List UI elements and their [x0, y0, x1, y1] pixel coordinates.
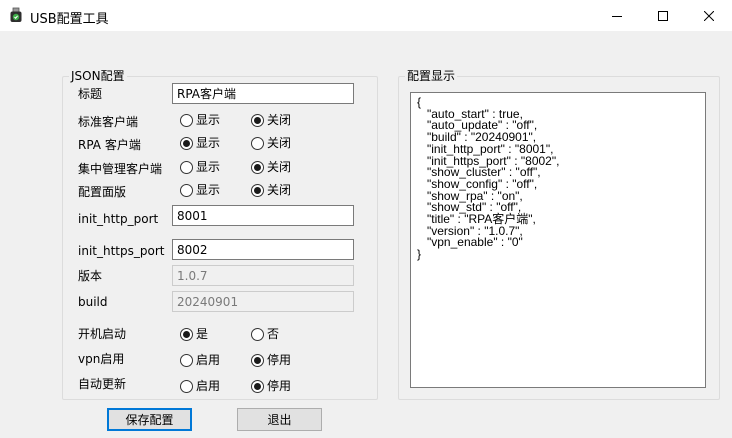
json-preview-textarea[interactable]: { "auto_start" : true, "auto_update" : "…	[410, 92, 706, 388]
save-config-button[interactable]: 保存配置	[107, 408, 192, 431]
radio-circle	[251, 160, 264, 174]
window-title: USB配置工具	[30, 12, 109, 27]
radio-circle	[251, 353, 264, 367]
cluster-client-close-radio[interactable]: 关闭	[251, 159, 291, 175]
auto-update-label: 自动更新	[78, 377, 127, 391]
config-panel-show-radio[interactable]: 显示	[180, 182, 220, 198]
auto-update-enable-radio[interactable]: 启用	[180, 378, 220, 394]
radio-circle	[180, 327, 193, 341]
auto-start-label: 开机启动	[78, 327, 127, 341]
radio-circle	[180, 113, 193, 127]
exit-button[interactable]: 退出	[237, 408, 322, 431]
radio-circle	[251, 183, 264, 197]
radio-label: 否	[267, 327, 280, 341]
radio-circle	[251, 379, 264, 393]
radio-label: 关闭	[267, 113, 292, 127]
title-bar[interactable]: USB配置工具	[0, 0, 732, 31]
radio-circle	[251, 113, 264, 127]
maximize-icon	[658, 10, 668, 21]
minimize-button[interactable]	[594, 0, 640, 31]
radio-label: 启用	[196, 379, 221, 393]
radio-circle	[180, 160, 193, 174]
radio-label: 停用	[267, 353, 292, 367]
close-icon	[704, 10, 714, 21]
vpn-enable-radio[interactable]: 启用	[180, 352, 220, 368]
build-label: build	[78, 295, 108, 309]
config-panel-close-radio[interactable]: 关闭	[251, 182, 291, 198]
cluster-client-label: 集中管理客户端	[78, 162, 163, 176]
config-preview-legend: 配置显示	[405, 69, 458, 83]
radio-circle	[180, 353, 193, 367]
radio-label: 启用	[196, 353, 221, 367]
https-port-input[interactable]	[172, 239, 354, 260]
version-input	[172, 265, 354, 286]
http-port-input[interactable]	[172, 205, 354, 226]
rpa-client-label: RPA 客户端	[78, 138, 141, 152]
radio-label: 是	[196, 327, 209, 341]
json-preview-text: { "auto_start" : true, "auto_update" : "…	[417, 95, 560, 262]
radio-label: 关闭	[267, 160, 292, 174]
rpa-client-show-radio[interactable]: 显示	[180, 135, 220, 151]
build-input	[172, 291, 354, 312]
usb-drive-icon	[10, 7, 22, 22]
close-button[interactable]	[686, 0, 732, 31]
cluster-client-show-radio[interactable]: 显示	[180, 159, 220, 175]
title-label: 标题	[78, 87, 103, 101]
radio-circle	[251, 136, 264, 150]
vpn-disable-radio[interactable]: 停用	[251, 352, 291, 368]
minimize-icon	[612, 15, 622, 17]
radio-label: 显示	[196, 113, 221, 127]
http-port-label: init_http_port	[78, 212, 159, 226]
vpn-label: vpn启用	[78, 352, 125, 366]
radio-circle	[180, 183, 193, 197]
title-input[interactable]	[172, 83, 354, 104]
radio-label: 关闭	[267, 136, 292, 150]
config-panel-label: 配置面版	[78, 185, 127, 199]
std-client-show-radio[interactable]: 显示	[180, 112, 220, 128]
std-client-close-radio[interactable]: 关闭	[251, 112, 291, 128]
radio-label: 显示	[196, 183, 221, 197]
radio-label: 关闭	[267, 183, 292, 197]
radio-circle	[251, 327, 264, 341]
radio-circle	[180, 379, 193, 393]
std-client-label: 标准客户端	[78, 115, 139, 129]
radio-label: 显示	[196, 160, 221, 174]
radio-label: 停用	[267, 379, 292, 393]
json-config-legend: JSON配置	[69, 69, 127, 83]
radio-label: 显示	[196, 136, 221, 150]
radio-circle	[180, 136, 193, 150]
auto-update-disable-radio[interactable]: 停用	[251, 378, 291, 394]
rpa-client-close-radio[interactable]: 关闭	[251, 135, 291, 151]
auto-start-yes-radio[interactable]: 是	[180, 326, 208, 342]
version-label: 版本	[78, 269, 103, 283]
maximize-button[interactable]	[640, 0, 686, 31]
auto-start-no-radio[interactable]: 否	[251, 326, 279, 342]
https-port-label: init_https_port	[78, 244, 165, 258]
